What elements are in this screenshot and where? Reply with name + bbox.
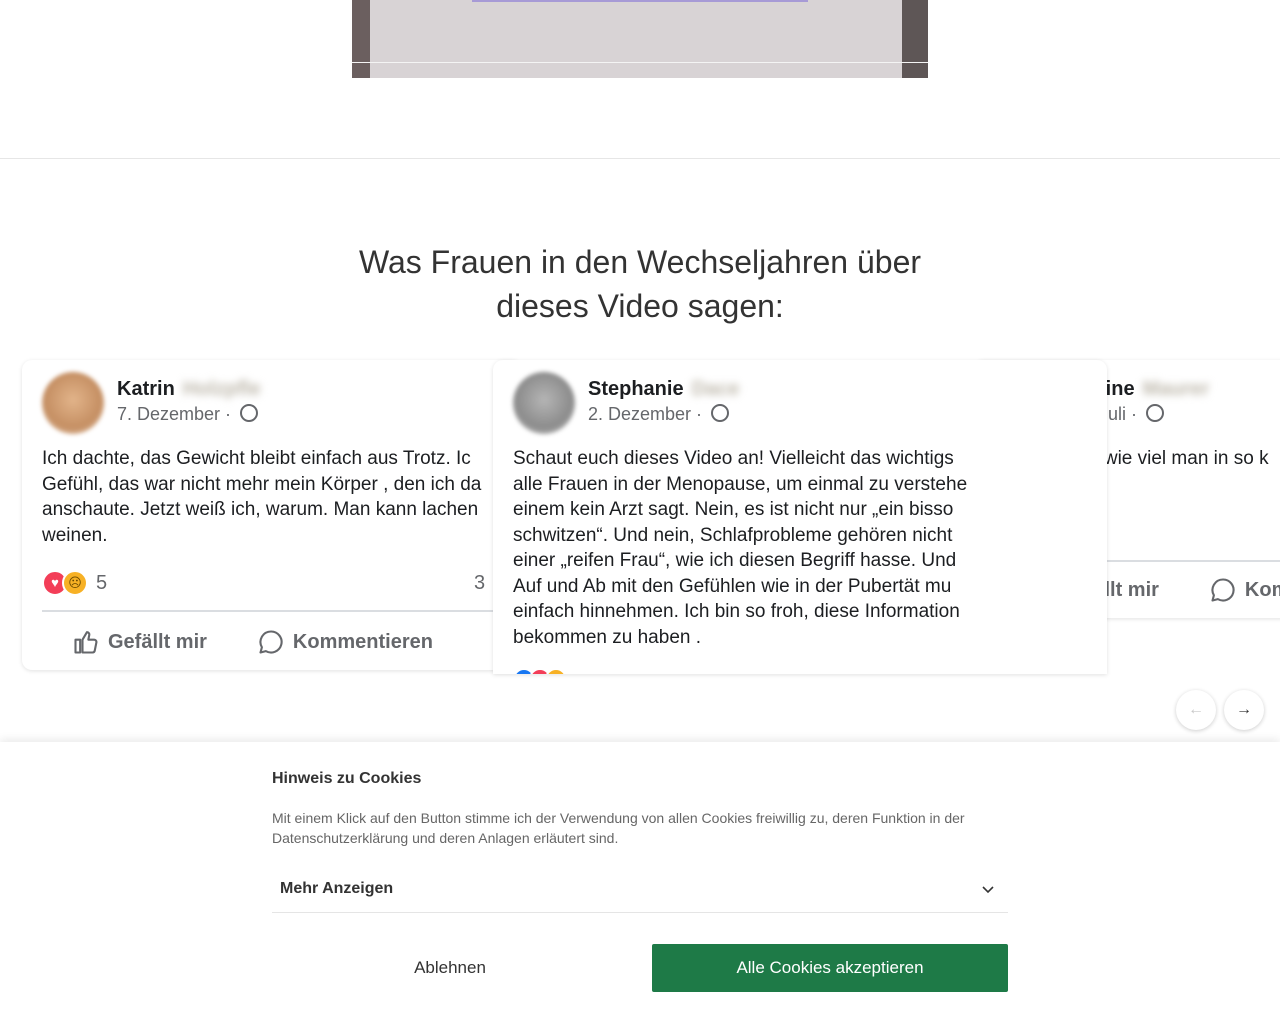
sad-reaction-icon: ☹ (62, 570, 88, 596)
video-overlay-bar (472, 0, 808, 2)
globe-icon (240, 404, 259, 422)
comment-icon (259, 630, 283, 654)
show-more-toggle[interactable]: Mehr Anzeigen (272, 866, 1008, 913)
reaction-summary: ♥ ☹ 5 (42, 570, 107, 596)
arrow-right-icon: → (1236, 701, 1252, 718)
card-separator (42, 610, 522, 612)
comment-button[interactable]: Kom (1209, 576, 1280, 604)
author-name: Stephanie Dace (588, 378, 740, 400)
avatar (513, 372, 575, 434)
testimonial-card-katrin: Katrin Holzpfle 7. Dezember · Ich dachte,… (22, 360, 522, 670)
accept-all-button[interactable]: Alle Cookies akzeptieren (652, 944, 1008, 992)
chevron-down-icon (982, 886, 994, 894)
heading-line-1: Was Frauen in den Wechseljahren über (358, 244, 922, 280)
globe-icon (711, 404, 730, 422)
comment-button[interactable]: Kommentieren (257, 628, 433, 656)
show-more-label: Mehr Anzeigen (280, 880, 394, 897)
post-text: Ich dachte, das Gewicht bleibt einfach a… (42, 448, 482, 546)
globe-icon (1146, 404, 1165, 422)
testimonial-card-stephanie: Stephanie Dace 2. Dezember · Schaut euch … (493, 360, 1107, 674)
reaction-icons-partial (513, 668, 567, 674)
cookie-text: Mit einem Klick auf den Button stimme ic… (272, 810, 965, 846)
post-text: Schaut euch dieses Video an! Vielleicht … (513, 448, 968, 648)
cookie-title: Hinweis zu Cookies (272, 770, 422, 787)
decline-button[interactable]: Ablehnen (272, 944, 628, 992)
comments-count: 3 (474, 572, 486, 594)
like-button[interactable]: Gefällt mir (72, 628, 207, 656)
comment-icon (1211, 578, 1235, 602)
sad-reaction-icon (545, 668, 567, 674)
slider-next-button[interactable]: → (1224, 690, 1264, 730)
author-name: Katrin Holzpfle (117, 378, 261, 400)
avatar (42, 372, 104, 434)
post-date: 7. Dezember · (117, 404, 259, 425)
arrow-left-icon: ← (1188, 701, 1204, 718)
heading-line-2: dieses Video sagen: (496, 288, 784, 324)
slider-prev-button[interactable]: ← (1176, 690, 1216, 730)
video-thumbnail[interactable] (352, 0, 928, 78)
post-date: 2. Dezember · (588, 404, 730, 425)
testimonials-heading: Was Frauen in den Wechseljahren über die… (340, 240, 940, 328)
cookie-banner: Hinweis zu Cookies Mit einem Klick auf d… (0, 742, 1280, 1024)
thumbs-up-icon (74, 631, 98, 654)
section-divider (0, 158, 1280, 159)
card-actions: Gefällt mir Kommentieren (42, 628, 522, 656)
video-progress-line (352, 62, 928, 63)
